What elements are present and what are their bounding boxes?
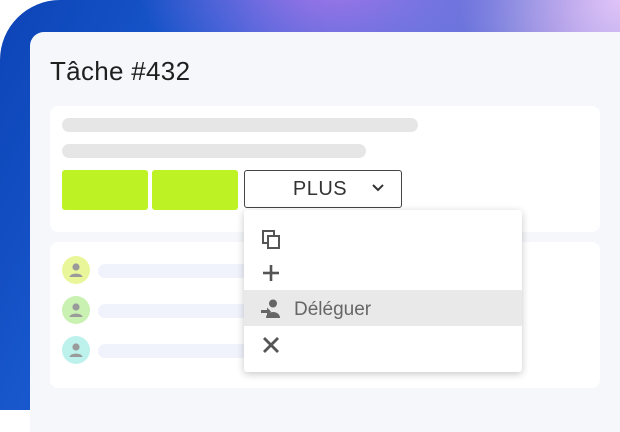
menu-item-delegate[interactable]: Déléguer	[244, 290, 522, 326]
menu-item-copy[interactable]	[244, 220, 522, 256]
primary-action-button[interactable]	[62, 170, 148, 210]
delegate-icon	[260, 298, 282, 320]
more-button-label: PLUS	[292, 177, 348, 200]
placeholder-line	[62, 144, 366, 158]
page-title: Tâche #432	[50, 56, 191, 86]
list-item	[62, 256, 278, 286]
menu-item-close[interactable]	[244, 326, 522, 362]
close-icon	[260, 334, 282, 356]
copy-icon	[260, 228, 282, 250]
menu-item-add[interactable]	[244, 254, 522, 290]
list-item	[62, 336, 278, 366]
list-item	[62, 296, 278, 326]
plus-icon	[260, 262, 282, 284]
user-icon	[69, 343, 83, 357]
secondary-action-button[interactable]	[152, 170, 238, 210]
user-icon	[69, 303, 83, 317]
chevron-down-icon	[372, 184, 384, 192]
menu-item-label: Déléguer	[294, 299, 372, 320]
more-menu: Déléguer	[244, 210, 522, 372]
avatar	[62, 256, 90, 284]
placeholder-line	[62, 118, 418, 132]
avatar	[62, 336, 90, 364]
more-button[interactable]: PLUS	[244, 170, 402, 208]
avatar	[62, 296, 90, 324]
user-icon	[69, 263, 83, 277]
